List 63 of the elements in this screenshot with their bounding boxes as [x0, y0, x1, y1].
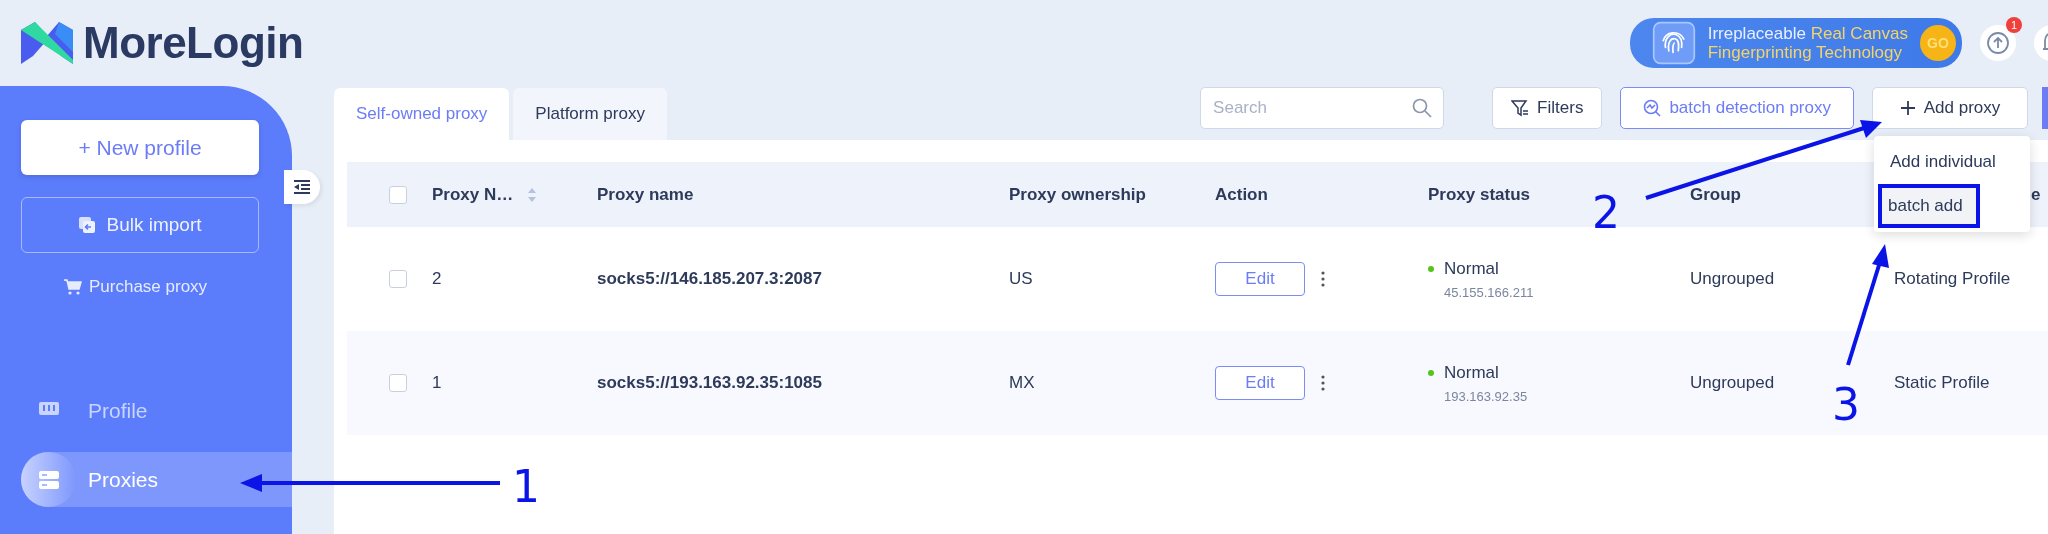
row-checkbox[interactable]	[389, 270, 407, 288]
table-cell: Ungrouped	[1690, 269, 1775, 288]
table-cell: Rotating Profile	[1894, 269, 2011, 288]
table-cell: socks5://193.163.92.35:1085	[597, 373, 822, 392]
new-profile-button[interactable]: + New profile	[21, 120, 259, 175]
row-checkbox[interactable]	[389, 374, 407, 392]
collapse-sidebar-button[interactable]	[284, 170, 320, 204]
annotation-number: 1	[512, 461, 540, 512]
purchase-proxy-link[interactable]: Purchase proxy	[64, 277, 208, 297]
banner-subline: Fingerprinting Technology	[1707, 43, 1904, 62]
ip-address: 193.163.92.35	[1443, 388, 1529, 404]
edit-button[interactable]: Edit	[1215, 366, 1305, 400]
filters-button[interactable]: Filters	[1492, 87, 1603, 129]
upload-icon	[1986, 31, 2010, 55]
status-dot	[1428, 369, 1434, 376]
tab[interactable]: Self-owned proxy	[334, 88, 510, 140]
table-cell: Ungrouped	[1690, 373, 1775, 392]
logo-icon	[21, 22, 73, 64]
collapse-icon	[293, 180, 311, 194]
search-icon	[1412, 98, 1433, 118]
table-cell: US	[1009, 269, 1033, 288]
server-icon	[37, 469, 60, 490]
cart-icon	[64, 279, 82, 295]
nav-item[interactable]: Proxies	[21, 452, 292, 507]
column-header: Group	[1690, 184, 1741, 205]
status-text: Normal	[1444, 258, 1499, 279]
more-icon[interactable]	[1321, 375, 1325, 391]
annotation-number: 3	[1832, 379, 1860, 430]
column-header: Proxy ownership	[1009, 184, 1146, 205]
status-text: Normal	[1444, 362, 1499, 383]
search-field[interactable]: Search	[1200, 87, 1445, 129]
filter-icon	[1511, 99, 1530, 117]
column-header: Proxy N…	[432, 184, 514, 205]
column-header: e	[2031, 184, 2041, 205]
status-dot	[1428, 265, 1434, 272]
import-icon	[78, 216, 97, 234]
edit-button[interactable]: Edit	[1215, 262, 1305, 296]
column-header: Action	[1215, 184, 1268, 205]
banner-headline: Irreplaceable Real Canvas	[1707, 24, 1908, 43]
menu-item[interactable]: batch add	[1878, 184, 1980, 228]
plus-icon	[1899, 100, 1916, 116]
app-name: MoreLogin	[83, 18, 304, 68]
more-icon[interactable]	[1321, 271, 1325, 287]
menu-item[interactable]: Add individual	[1874, 140, 2030, 184]
column-header: Proxy status	[1428, 184, 1531, 205]
batch-detection-button[interactable]: batch detection proxy	[1620, 87, 1854, 129]
table-cell: socks5://146.185.207.3:2087	[597, 269, 822, 288]
notification-badge: 1	[2006, 17, 2022, 33]
table-cell: Static Profile	[1894, 373, 1990, 392]
table-cell: MX	[1009, 373, 1035, 392]
table-cell: 2	[432, 269, 442, 288]
promo-banner[interactable]: Irreplaceable Real Canvas Fingerprinting Technology GO	[1629, 18, 1962, 68]
fingerprint-icon	[1651, 21, 1696, 65]
ip-address: 45.155.166.211	[1443, 284, 1535, 300]
detection-icon	[1643, 99, 1662, 117]
tab[interactable]: Platform proxy	[513, 88, 667, 140]
annotation-number: 2	[1592, 187, 1620, 238]
select-all-checkbox[interactable]	[389, 185, 407, 204]
nav-item[interactable]: Profile	[21, 383, 292, 438]
bulk-import-button[interactable]: Bulk import	[21, 197, 259, 253]
add-proxy-button[interactable]: Add proxy	[1872, 87, 2028, 129]
table-cell: 1	[432, 373, 442, 392]
column-header: Proxy name	[597, 184, 694, 205]
